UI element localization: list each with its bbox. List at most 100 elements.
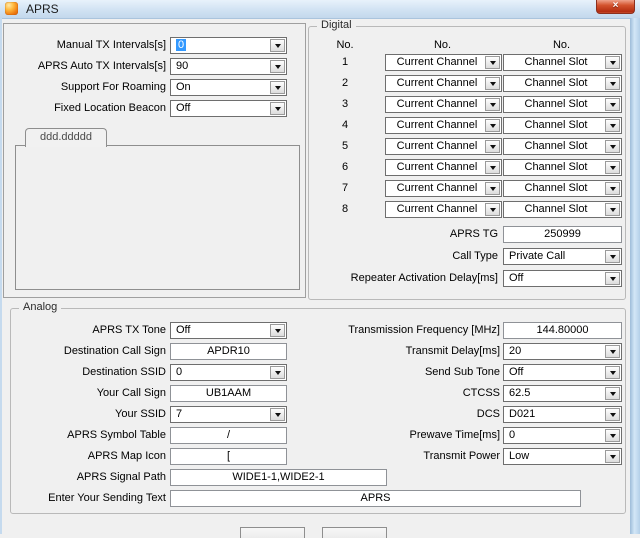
window-title: APRS xyxy=(26,2,59,16)
digital-row-no: 6 xyxy=(320,161,370,173)
digital-slot-select-3[interactable]: Channel Slot xyxy=(503,96,622,113)
digital-header-no: No. xyxy=(320,39,370,51)
digital-channel-select-7[interactable]: Current Channel xyxy=(385,180,502,197)
app-icon xyxy=(5,2,18,15)
chevron-down-icon[interactable] xyxy=(605,450,620,463)
cancel-button[interactable] xyxy=(322,527,387,538)
call-type-select[interactable]: Private Call xyxy=(503,248,622,265)
label-your-call-sign: Your Call Sign xyxy=(97,387,166,399)
chevron-down-icon[interactable] xyxy=(605,182,620,195)
aprs-signal-path-input[interactable]: WIDE1-1,WIDE2-1 xyxy=(170,469,387,486)
aprs-symbol-table-input[interactable]: / xyxy=(170,427,287,444)
manual-tx-intervals-select[interactable]: 0 xyxy=(170,37,287,54)
chevron-down-icon[interactable] xyxy=(270,366,285,379)
aprs-tx-tone-select[interactable]: Off xyxy=(170,322,287,339)
chevron-down-icon[interactable] xyxy=(485,98,500,111)
fixed-location-beacon-select[interactable]: Off xyxy=(170,100,287,117)
window-edge-left xyxy=(0,18,2,534)
digital-row-no: 8 xyxy=(320,203,370,215)
label-prewave-time: Prewave Time[ms] xyxy=(410,429,500,441)
chevron-down-icon[interactable] xyxy=(605,429,620,442)
aprs-map-icon-input[interactable]: [ xyxy=(170,448,287,465)
chevron-down-icon[interactable] xyxy=(605,161,620,174)
chevron-down-icon[interactable] xyxy=(485,182,500,195)
chevron-down-icon[interactable] xyxy=(485,56,500,69)
label-aprs-tg: APRS TG xyxy=(450,228,498,240)
close-button[interactable]: × xyxy=(596,0,635,14)
prewave-time-select[interactable]: 0 xyxy=(503,427,622,444)
chevron-down-icon[interactable] xyxy=(605,119,620,132)
sending-text-input[interactable]: APRS xyxy=(170,490,581,507)
label-destination-ssid: Destination SSID xyxy=(82,366,166,378)
send-sub-tone-select[interactable]: Off xyxy=(503,364,622,381)
label-ctcss: CTCSS xyxy=(463,387,500,399)
label-aprs-map-icon: APRS Map Icon xyxy=(88,450,166,462)
chevron-down-icon[interactable] xyxy=(270,324,285,337)
label-repeater-activation-delay: Repeater Activation Delay[ms] xyxy=(351,272,498,284)
destination-call-sign-input[interactable]: APDR10 xyxy=(170,343,287,360)
digital-slot-select-1[interactable]: Channel Slot xyxy=(503,54,622,71)
ok-button[interactable] xyxy=(240,527,305,538)
window-edge-right xyxy=(630,18,640,534)
digital-channel-select-6[interactable]: Current Channel xyxy=(385,159,502,176)
transmit-power-select[interactable]: Low xyxy=(503,448,622,465)
label-send-sub-tone: Send Sub Tone xyxy=(425,366,500,378)
chevron-down-icon[interactable] xyxy=(605,203,620,216)
label-aprs-signal-path: APRS Signal Path xyxy=(77,471,166,483)
chevron-down-icon[interactable] xyxy=(270,81,285,94)
your-call-sign-input[interactable]: UB1AAM xyxy=(170,385,287,402)
digital-row-no: 5 xyxy=(320,140,370,152)
chevron-down-icon[interactable] xyxy=(605,250,620,263)
aprs-tg-input[interactable]: 250999 xyxy=(503,226,622,243)
your-ssid-select[interactable]: 7 xyxy=(170,406,287,423)
destination-ssid-select[interactable]: 0 xyxy=(170,364,287,381)
chevron-down-icon[interactable] xyxy=(270,39,285,52)
chevron-down-icon[interactable] xyxy=(270,60,285,73)
label-dcs: DCS xyxy=(477,408,500,420)
position-tab-page xyxy=(15,145,300,290)
digital-channel-select-1[interactable]: Current Channel xyxy=(385,54,502,71)
digital-channel-select-2[interactable]: Current Channel xyxy=(385,75,502,92)
support-for-roaming-select[interactable]: On xyxy=(170,79,287,96)
chevron-down-icon[interactable] xyxy=(605,345,620,358)
chevron-down-icon[interactable] xyxy=(485,203,500,216)
chevron-down-icon[interactable] xyxy=(485,140,500,153)
digital-channel-select-5[interactable]: Current Channel xyxy=(385,138,502,155)
digital-slot-select-2[interactable]: Channel Slot xyxy=(503,75,622,92)
digital-channel-select-3[interactable]: Current Channel xyxy=(385,96,502,113)
transmit-delay-select[interactable]: 20 xyxy=(503,343,622,360)
chevron-down-icon[interactable] xyxy=(270,408,285,421)
digital-row-no: 2 xyxy=(320,77,370,89)
digital-slot-select-6[interactable]: Channel Slot xyxy=(503,159,622,176)
label-aprs-auto-tx-intervals: APRS Auto TX Intervals[s] xyxy=(38,60,166,72)
chevron-down-icon[interactable] xyxy=(605,408,620,421)
repeater-activation-delay-select[interactable]: Off xyxy=(503,270,622,287)
digital-slot-select-5[interactable]: Channel Slot xyxy=(503,138,622,155)
chevron-down-icon[interactable] xyxy=(605,140,620,153)
chevron-down-icon[interactable] xyxy=(605,77,620,90)
digital-header-channel: No. xyxy=(385,39,500,51)
chevron-down-icon[interactable] xyxy=(605,387,620,400)
chevron-down-icon[interactable] xyxy=(605,272,620,285)
digital-slot-select-7[interactable]: Channel Slot xyxy=(503,180,622,197)
dcs-select[interactable]: D021 xyxy=(503,406,622,423)
chevron-down-icon[interactable] xyxy=(605,56,620,69)
label-your-ssid: Your SSID xyxy=(115,408,166,420)
chevron-down-icon[interactable] xyxy=(485,161,500,174)
chevron-down-icon[interactable] xyxy=(270,102,285,115)
digital-slot-select-4[interactable]: Channel Slot xyxy=(503,117,622,134)
label-call-type: Call Type xyxy=(452,250,498,262)
chevron-down-icon[interactable] xyxy=(485,119,500,132)
tab-position-format[interactable]: ddd.ddddd xyxy=(25,128,107,147)
digital-channel-select-4[interactable]: Current Channel xyxy=(385,117,502,134)
chevron-down-icon[interactable] xyxy=(605,366,620,379)
digital-group-caption: Digital xyxy=(317,19,356,31)
ctcss-select[interactable]: 62.5 xyxy=(503,385,622,402)
digital-slot-select-8[interactable]: Channel Slot xyxy=(503,201,622,218)
label-aprs-symbol-table: APRS Symbol Table xyxy=(67,429,166,441)
chevron-down-icon[interactable] xyxy=(605,98,620,111)
aprs-auto-tx-intervals-select[interactable]: 90 xyxy=(170,58,287,75)
chevron-down-icon[interactable] xyxy=(485,77,500,90)
transmission-frequency-input[interactable]: 144.80000 xyxy=(503,322,622,339)
digital-channel-select-8[interactable]: Current Channel xyxy=(385,201,502,218)
